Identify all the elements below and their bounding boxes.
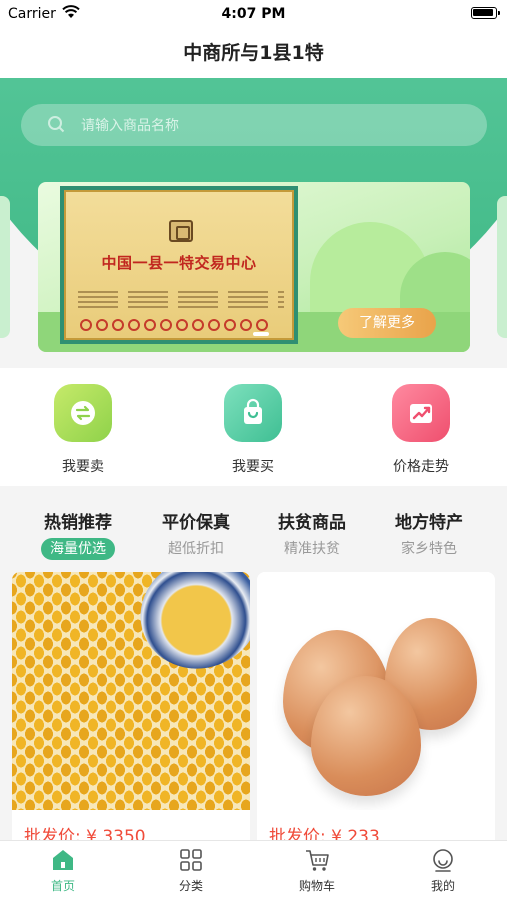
carousel-indicator	[253, 332, 269, 336]
product-card[interactable]: 批发价: ¥ 3350	[12, 572, 250, 852]
search-input[interactable]: 请输入商品名称	[81, 115, 179, 135]
banner-prev-peek[interactable]	[0, 196, 10, 338]
trend-chart-icon	[392, 384, 450, 442]
clock: 4:07 PM	[221, 6, 286, 22]
page-title: 中商所与1县1特	[183, 42, 324, 64]
promo-banner[interactable]: 中国一县一特交易中心 了解更多	[38, 182, 470, 352]
product-card[interactable]: 批发价: ¥ 233	[257, 572, 495, 852]
category-tabs: 热销推荐 海量优选 平价保真 超低折扣 扶贫商品 精准扶贫 地方特产 家乡特色	[0, 498, 507, 564]
battery-icon	[471, 7, 500, 19]
tab-title: 热销推荐	[44, 513, 112, 533]
tab-title: 地方特产	[395, 513, 463, 533]
tab-subtitle: 精准扶贫	[284, 541, 340, 557]
home-screen: Carrier 4:07 PM 中商所与1县1特 请输入商品名称 中国一县一特交…	[0, 0, 507, 900]
certificate-stamps	[80, 316, 290, 331]
profile-icon	[430, 847, 456, 873]
shortcut-label: 价格走势	[393, 459, 449, 475]
tabbar-label: 分类	[178, 879, 203, 893]
tab-poverty-relief[interactable]: 扶贫商品 精准扶贫	[257, 508, 367, 560]
shortcut-menu: 我要卖 我要买 价格走势	[0, 368, 507, 486]
nav-bar: 中商所与1县1特	[0, 28, 507, 78]
price-trend-shortcut[interactable]: 价格走势	[371, 384, 471, 476]
tabbar-cart[interactable]: 购物车	[277, 847, 357, 894]
product-grid: 批发价: ¥ 3350 批发价: ¥ 233	[0, 570, 507, 852]
product-image-corn	[12, 572, 250, 810]
status-bar: Carrier 4:07 PM	[0, 0, 507, 28]
tab-subtitle: 家乡特色	[401, 541, 457, 557]
tabbar-label: 购物车	[298, 879, 335, 893]
shortcut-label: 我要买	[232, 459, 274, 475]
cart-icon	[304, 847, 330, 873]
tab-affordable[interactable]: 平价保真 超低折扣	[141, 508, 251, 560]
buy-shortcut[interactable]: 我要买	[203, 384, 303, 476]
sell-shortcut[interactable]: 我要卖	[33, 384, 133, 476]
learn-more-button[interactable]: 了解更多	[338, 308, 436, 338]
bottom-tab-bar: 首页 分类 购物车 我的	[0, 840, 507, 900]
tabbar-label: 首页	[50, 879, 75, 893]
search-icon	[48, 116, 65, 133]
certificate-text-lines	[78, 288, 284, 312]
certificate-image: 中国一县一特交易中心	[60, 186, 298, 344]
tab-hot-recommend[interactable]: 热销推荐 海量优选	[23, 508, 133, 560]
hero-section: 请输入商品名称 中国一县一特交易中心 了解更多	[0, 78, 507, 368]
tab-title: 平价保真	[162, 513, 230, 533]
tabbar-profile[interactable]: 我的	[403, 847, 483, 894]
tab-subtitle: 超低折扣	[168, 541, 224, 557]
tabbar-home[interactable]: 首页	[23, 847, 103, 894]
seal-icon	[169, 220, 193, 242]
tab-title: 扶贫商品	[278, 513, 346, 533]
tab-local-specialty[interactable]: 地方特产 家乡特色	[374, 508, 484, 560]
exchange-icon	[54, 384, 112, 442]
tab-subtitle: 海量优选	[41, 538, 115, 560]
shopping-bag-icon	[224, 384, 282, 442]
home-icon	[50, 847, 76, 873]
product-image-eggs	[257, 572, 495, 810]
tabbar-category[interactable]: 分类	[151, 847, 231, 894]
shortcut-label: 我要卖	[62, 459, 104, 475]
search-bar[interactable]: 请输入商品名称	[21, 104, 487, 146]
banner-next-peek[interactable]	[497, 196, 507, 338]
certificate-title: 中国一县一特交易中心	[101, 254, 257, 272]
tabbar-label: 我的	[430, 879, 455, 893]
category-grid-icon	[178, 847, 204, 873]
